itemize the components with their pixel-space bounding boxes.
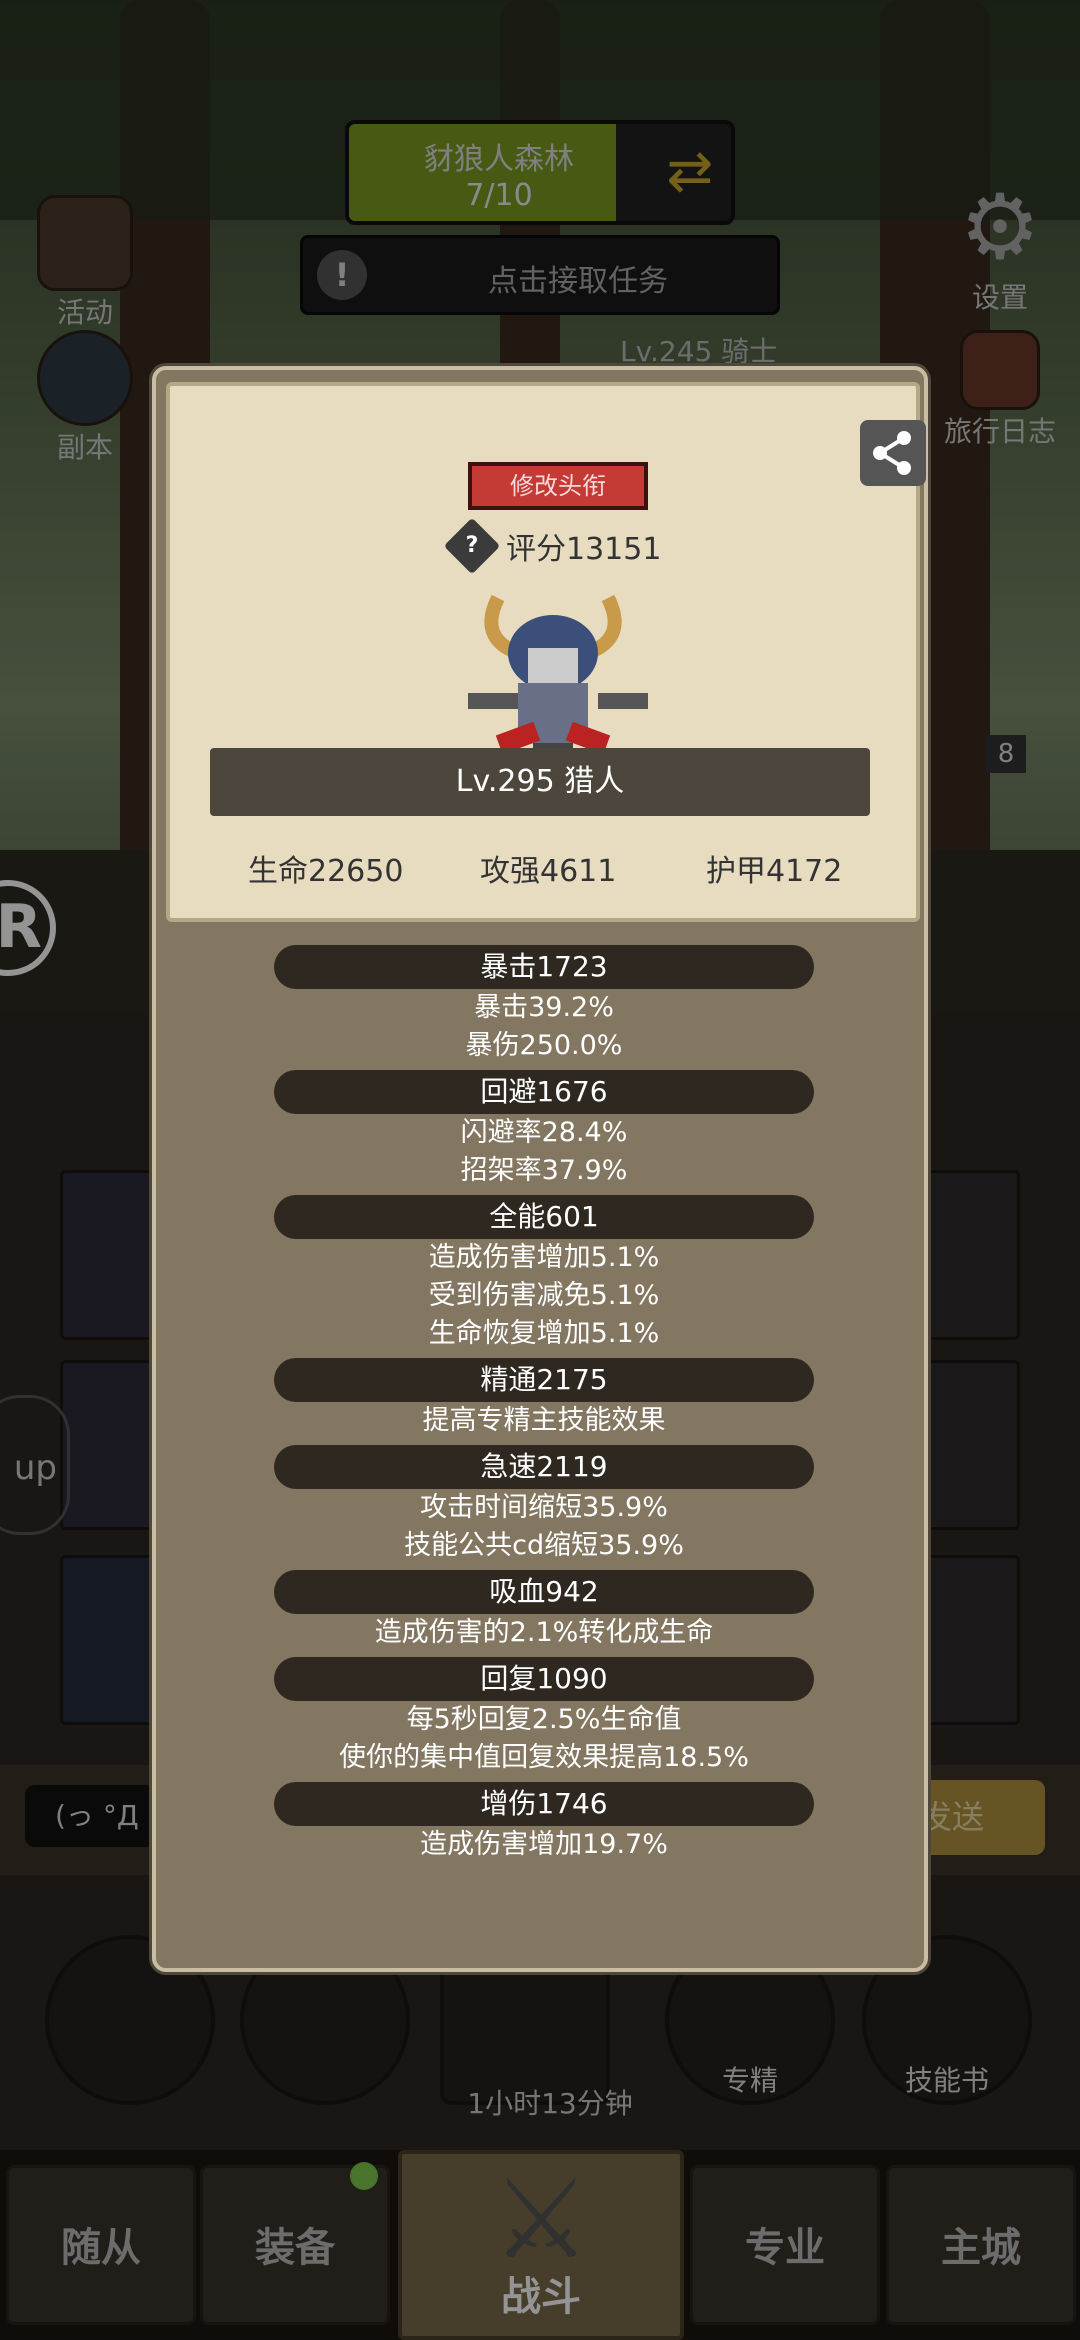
change-title-button[interactable]: 修改头衔 xyxy=(468,462,648,510)
hero-name-level: Lv.295 猎人 xyxy=(210,748,870,816)
share-icon[interactable] xyxy=(860,420,926,486)
stat-section-header: 暴击1723 xyxy=(274,945,814,989)
stat-detail-line: 技能公共cd缩短35.9% xyxy=(404,1530,684,1561)
stat-detail-line: 闪避率28.4% xyxy=(460,1117,628,1148)
stat-detail-line: 攻击时间缩短35.9% xyxy=(420,1492,668,1523)
stat-section-header: 回复1090 xyxy=(274,1657,814,1701)
stat-detail-line: 使你的集中值回复效果提高18.5% xyxy=(339,1742,749,1773)
help-icon[interactable]: ? xyxy=(443,517,501,575)
character-stats-modal: 修改头衔 ? 评分13151 Lv.295 猎人 生命22650 攻强4611 … xyxy=(152,366,928,1972)
stat-section-header: 增伤1746 xyxy=(274,1782,814,1826)
stat-section-header: 全能601 xyxy=(274,1195,814,1239)
stat-detail-line: 招架率37.9% xyxy=(460,1155,628,1186)
score-label: 评分13151 xyxy=(506,532,662,567)
secondary-stats-list: 暴击1723 暴击39.2% 暴伤250.0% 回避1676 闪避率28.4% 招架率37… xyxy=(156,940,932,1864)
stat-section-header: 急速2119 xyxy=(274,1445,814,1489)
stat-section-header: 精通2175 xyxy=(274,1358,814,1402)
hp-stat: 生命22650 xyxy=(248,854,404,889)
stat-detail-line: 造成伤害增加5.1% xyxy=(428,1242,660,1273)
stat-detail-line: 每5秒回复2.5%生命值 xyxy=(406,1704,682,1735)
attack-stat: 攻强4611 xyxy=(480,854,617,889)
stat-detail-line: 生命恢复增加5.1% xyxy=(428,1318,660,1349)
armor-stat: 护甲4172 xyxy=(706,854,843,889)
stat-detail-line: 受到伤害减免5.1% xyxy=(428,1280,660,1311)
stat-detail-line: 造成伤害增加19.7% xyxy=(420,1829,668,1860)
stat-section-header: 吸血942 xyxy=(274,1570,814,1614)
stat-detail-line: 暴击39.2% xyxy=(474,992,614,1023)
stat-detail-line: 暴伤250.0% xyxy=(465,1030,623,1061)
character-card: 修改头衔 ? 评分13151 Lv.295 猎人 生命22650 攻强4611 … xyxy=(166,382,926,922)
stat-detail-line: 造成伤害的2.1%转化成生命 xyxy=(374,1617,714,1648)
stat-detail-line: 提高专精主技能效果 xyxy=(422,1405,666,1436)
stat-section-header: 回避1676 xyxy=(274,1070,814,1114)
